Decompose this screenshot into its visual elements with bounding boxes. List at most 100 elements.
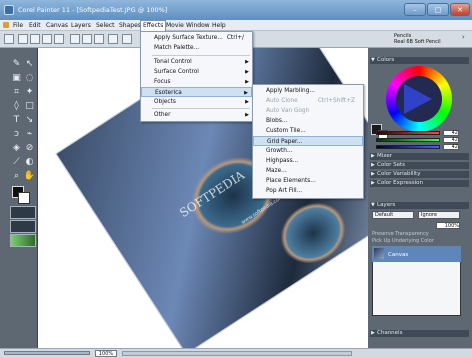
mixer-panel-header[interactable]: ▶ Mixer bbox=[370, 153, 469, 160]
lasso-tool-icon[interactable]: ◌ bbox=[23, 72, 36, 85]
green-value-field[interactable]: 42 bbox=[443, 137, 459, 143]
eraser-icon[interactable]: ⊘ bbox=[23, 142, 36, 155]
mirror-icon[interactable]: ⌁ bbox=[23, 128, 36, 141]
magic-wand-icon[interactable] bbox=[54, 34, 64, 44]
minimize-button[interactable]: – bbox=[404, 3, 426, 16]
menu-effects[interactable]: Effects bbox=[140, 20, 167, 31]
transform-icon[interactable] bbox=[70, 34, 80, 44]
skew-icon[interactable] bbox=[122, 34, 132, 44]
menu-item-label: Auto Van Gogh bbox=[266, 108, 310, 114]
opacity-field[interactable]: 100% bbox=[436, 222, 460, 229]
menu-item-label: Blobs... bbox=[266, 118, 288, 124]
document-icon bbox=[3, 22, 9, 28]
dropper-icon[interactable]: ⟋ bbox=[10, 156, 23, 169]
paint-bucket-icon[interactable]: ◈ bbox=[10, 142, 23, 155]
reset-tool-icon[interactable] bbox=[4, 34, 14, 44]
menu-item-objects[interactable]: Objects ▶ bbox=[141, 97, 252, 107]
menu-item-place-elements[interactable]: Place Elements... bbox=[253, 176, 363, 186]
rect-select-icon[interactable] bbox=[18, 34, 28, 44]
scale-icon[interactable] bbox=[94, 34, 104, 44]
zoom-field[interactable]: 100% bbox=[95, 350, 117, 357]
menu-item-label: Objects bbox=[154, 99, 176, 105]
color-triangle[interactable] bbox=[404, 84, 432, 114]
menu-item-match-palette[interactable]: Match Palette... bbox=[141, 43, 252, 53]
close-button[interactable]: ✕ bbox=[450, 3, 470, 16]
crop-tool-icon[interactable]: ⌗ bbox=[10, 86, 23, 99]
menu-movie[interactable]: Movie bbox=[164, 21, 186, 30]
menu-edit[interactable]: Edit bbox=[27, 21, 43, 30]
menu-bar: File Edit Canvas Layers Select Shapes Ef… bbox=[0, 20, 472, 31]
maximize-button[interactable]: □ bbox=[427, 3, 449, 16]
channels-panel-header[interactable]: ▶ Channels bbox=[370, 330, 469, 337]
move-icon[interactable] bbox=[82, 34, 92, 44]
divine-proportion-icon[interactable]: ↄ bbox=[10, 128, 23, 141]
submenu-arrow-icon: ▶ bbox=[245, 69, 249, 75]
pen-tool-icon[interactable]: ◊ bbox=[10, 100, 23, 113]
green-slider[interactable] bbox=[376, 138, 440, 142]
menu-item-focus[interactable]: Focus ▶ bbox=[141, 77, 252, 87]
menu-item-auto-van-gogh[interactable]: Auto Van Gogh bbox=[253, 106, 363, 116]
red-value-field[interactable]: 42 bbox=[443, 130, 459, 136]
red-slider[interactable] bbox=[376, 131, 440, 135]
chevron-right-icon[interactable]: › bbox=[462, 33, 470, 46]
color-variability-panel-header[interactable]: ▶ Color Variability bbox=[370, 171, 469, 178]
menu-item-highpass[interactable]: Highpass... bbox=[253, 156, 363, 166]
menu-item-tonal-control[interactable]: Tonal Control ▶ bbox=[141, 57, 252, 67]
expand-triangle-icon: ▶ bbox=[371, 171, 375, 177]
menu-item-surface-control[interactable]: Surface Control ▶ bbox=[141, 67, 252, 77]
brush-selector[interactable]: Pencils Real 6B Soft Pencil bbox=[394, 33, 441, 45]
menu-help[interactable]: Help bbox=[210, 21, 228, 30]
menu-item-label: Growth... bbox=[266, 148, 293, 154]
layer-row-canvas[interactable] bbox=[372, 246, 461, 262]
color-expression-panel-header[interactable]: ▶ Color Expression bbox=[370, 180, 469, 187]
zoom-icon[interactable]: ⌕ bbox=[10, 170, 23, 183]
menu-layers[interactable]: Layers bbox=[69, 21, 93, 30]
menu-item-grid-paper[interactable]: Grid Paper... bbox=[253, 136, 363, 146]
zoom-slider[interactable] bbox=[4, 351, 90, 355]
composite-depth-select[interactable]: Ignore bbox=[418, 211, 460, 219]
menu-item-apply-surface-texture[interactable]: Apply Surface Texture... Ctrl+/ bbox=[141, 33, 252, 43]
menu-file[interactable]: File bbox=[11, 21, 25, 30]
text-tool-icon[interactable]: T bbox=[10, 114, 23, 127]
blue-value-field[interactable]: 42 bbox=[443, 144, 459, 150]
clone-icon[interactable]: ◐ bbox=[23, 156, 36, 169]
paper-selector[interactable] bbox=[10, 206, 36, 219]
layers-panel-header[interactable]: ▼ Layers bbox=[370, 202, 469, 209]
menu-item-growth[interactable]: Growth... bbox=[253, 146, 363, 156]
submenu-arrow-icon: ▶ bbox=[245, 112, 249, 118]
gradient-selector[interactable] bbox=[10, 220, 36, 233]
menu-select[interactable]: Select bbox=[94, 21, 117, 30]
menu-item-label: Tonal Control bbox=[154, 59, 192, 65]
additional-color-swatch[interactable] bbox=[18, 192, 30, 204]
layer-adjuster-icon[interactable]: ▣ bbox=[10, 72, 23, 85]
menu-item-blobs[interactable]: Blobs... bbox=[253, 116, 363, 126]
blue-slider[interactable] bbox=[376, 145, 440, 149]
menu-item-maze[interactable]: Maze... bbox=[253, 166, 363, 176]
expand-triangle-icon: ▶ bbox=[371, 162, 375, 168]
status-bar: 100% bbox=[0, 348, 472, 358]
pattern-selector[interactable] bbox=[10, 234, 36, 247]
expand-triangle-icon: ▶ bbox=[371, 330, 375, 336]
horizontal-scrollbar[interactable] bbox=[122, 351, 352, 356]
shape-tool-icon[interactable]: □ bbox=[23, 100, 36, 113]
menu-item-custom-tile[interactable]: Custom Tile... bbox=[253, 126, 363, 136]
brush-tool-icon[interactable]: ✎ bbox=[10, 58, 23, 71]
lasso-icon[interactable] bbox=[42, 34, 52, 44]
menu-item-apply-marbling[interactable]: Apply Marbling... bbox=[253, 86, 363, 96]
rotate-icon[interactable] bbox=[108, 34, 118, 44]
magic-wand-tool-icon[interactable]: ✦ bbox=[23, 86, 36, 99]
color-sets-panel-header[interactable]: ▶ Color Sets bbox=[370, 162, 469, 169]
menu-item-auto-clone[interactable]: Auto Clone Ctrl+Shift+Z bbox=[253, 96, 363, 106]
composite-method-select[interactable]: Default bbox=[372, 211, 414, 219]
menu-item-other[interactable]: Other ▶ bbox=[141, 110, 252, 120]
menu-canvas[interactable]: Canvas bbox=[44, 21, 70, 30]
dropper-tool-icon[interactable]: ↖ bbox=[23, 58, 36, 71]
grabber-icon[interactable]: ✋ bbox=[23, 170, 36, 183]
colors-panel-header[interactable]: ▼ Colors bbox=[370, 57, 469, 64]
menu-item-esoterica[interactable]: Esoterica ▶ bbox=[141, 87, 252, 97]
menu-window[interactable]: Window bbox=[184, 21, 212, 30]
menu-item-pop-art-fill[interactable]: Pop Art Fill... bbox=[253, 186, 363, 196]
expand-triangle-icon: ▶ bbox=[371, 153, 375, 159]
shape-select-icon[interactable]: ↘ bbox=[23, 114, 36, 127]
oval-select-icon[interactable] bbox=[30, 34, 40, 44]
